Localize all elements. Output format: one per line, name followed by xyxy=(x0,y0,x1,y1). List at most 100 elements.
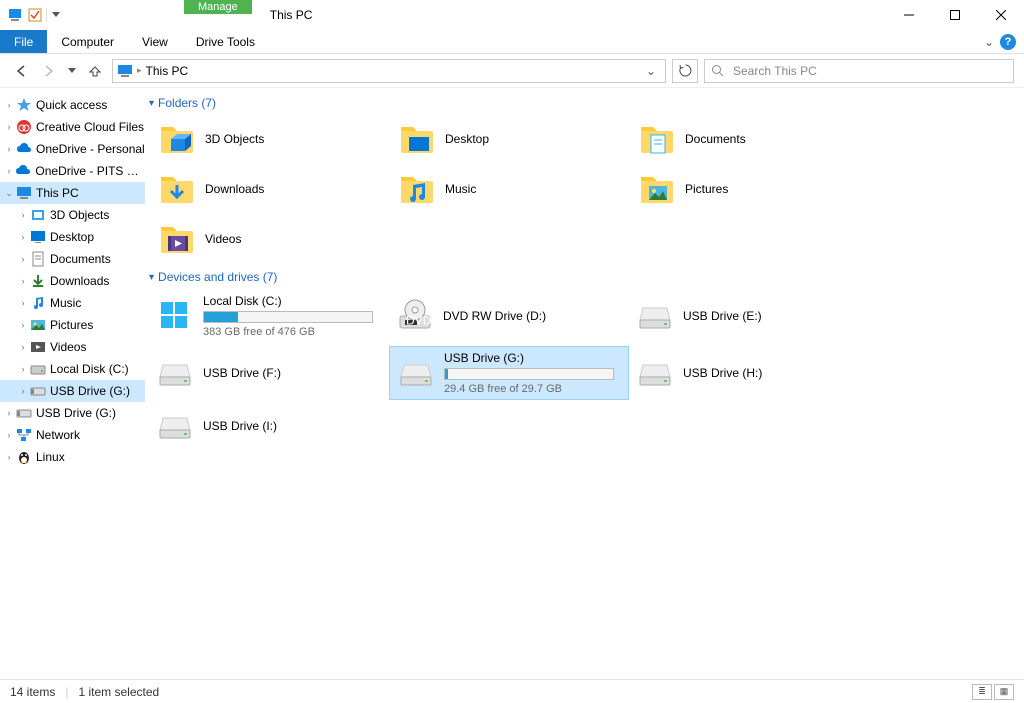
address-text: This PC xyxy=(146,64,637,78)
tree-item[interactable]: › Local Disk (C:) xyxy=(0,358,145,380)
forward-button[interactable] xyxy=(38,60,60,82)
details-view-button[interactable]: ≣ xyxy=(972,684,992,700)
usb-icon xyxy=(30,383,46,399)
expand-icon[interactable]: › xyxy=(18,342,28,352)
search-box[interactable]: Search This PC xyxy=(704,59,1014,83)
tree-item[interactable]: › Creative Cloud Files xyxy=(0,116,145,138)
expand-icon[interactable]: › xyxy=(4,166,13,176)
folder-item[interactable]: Downloads xyxy=(149,166,389,212)
expand-icon[interactable]: › xyxy=(18,232,28,242)
folder-item[interactable]: Documents xyxy=(629,116,869,162)
back-button[interactable] xyxy=(10,60,32,82)
folder-item[interactable]: Music xyxy=(389,166,629,212)
drive-item[interactable]: Local Disk (C:)383 GB free of 476 GB xyxy=(149,290,389,342)
expand-icon[interactable]: › xyxy=(18,364,28,374)
up-button[interactable] xyxy=(84,60,106,82)
tree-label: Music xyxy=(50,296,81,310)
drive-item[interactable]: USB Drive (F:) xyxy=(149,346,389,400)
expand-icon[interactable]: › xyxy=(18,386,28,396)
tab-computer[interactable]: Computer xyxy=(47,30,128,53)
folder-label: Pictures xyxy=(685,182,728,196)
folder-label: Documents xyxy=(685,132,746,146)
folder-label: 3D Objects xyxy=(205,132,264,146)
tree-label: Quick access xyxy=(36,98,107,112)
tab-view[interactable]: View xyxy=(128,30,182,53)
address-dropdown-icon[interactable]: ⌄ xyxy=(641,64,661,78)
expand-icon[interactable]: › xyxy=(4,408,14,418)
tree-label: OneDrive - PITS Glob xyxy=(35,164,145,178)
tab-drive-tools[interactable]: Drive Tools xyxy=(182,30,269,53)
expand-icon[interactable]: › xyxy=(18,276,28,286)
drive-item[interactable]: USB Drive (H:) xyxy=(629,346,869,400)
tree-item[interactable]: ›Documents xyxy=(0,248,145,270)
tree-label: Local Disk (C:) xyxy=(50,362,129,376)
dl-icon xyxy=(30,273,46,289)
tree-item[interactable]: › OneDrive - PITS Glob xyxy=(0,160,145,182)
expand-icon[interactable]: › xyxy=(18,320,28,330)
tree-item[interactable]: ›Downloads xyxy=(0,270,145,292)
expand-icon[interactable]: › xyxy=(4,122,14,132)
drive-label: USB Drive (I:) xyxy=(203,419,381,433)
cc-icon xyxy=(16,119,32,135)
expand-icon[interactable]: › xyxy=(4,144,14,154)
tree-item[interactable]: ›Pictures xyxy=(0,314,145,336)
content-pane[interactable]: ▾ Folders (7) 3D Objects Desktop Documents… xyxy=(145,88,1024,679)
tree-item[interactable]: › OneDrive - Personal xyxy=(0,138,145,160)
pc-icon xyxy=(16,185,32,201)
drive-item[interactable]: USB Drive (E:) xyxy=(629,290,869,342)
tree-item[interactable]: › Music xyxy=(0,292,145,314)
properties-icon[interactable] xyxy=(26,6,44,24)
close-button[interactable] xyxy=(978,0,1024,30)
folder-item[interactable]: Desktop xyxy=(389,116,629,162)
icons-view-button[interactable]: ▦ xyxy=(994,684,1014,700)
tree-item[interactable]: ⌄ This PC xyxy=(0,182,145,204)
folder-icon xyxy=(159,121,195,157)
recent-dropdown-icon[interactable] xyxy=(66,60,78,82)
net-icon xyxy=(16,427,32,443)
folder-icon xyxy=(159,171,195,207)
tree-label: This PC xyxy=(36,186,79,200)
qat-dropdown-icon[interactable] xyxy=(46,8,64,22)
tree-item[interactable]: ›USB Drive (G:) xyxy=(0,380,145,402)
expand-icon[interactable]: › xyxy=(18,210,28,220)
tree-label: OneDrive - Personal xyxy=(36,142,145,156)
ribbon-collapse-icon[interactable]: ⌄ xyxy=(984,35,994,49)
refresh-button[interactable] xyxy=(672,59,698,83)
drive-item[interactable]: USB Drive (I:) xyxy=(149,404,389,448)
usb-icon xyxy=(16,405,32,421)
minimize-button[interactable] xyxy=(886,0,932,30)
group-header-folders[interactable]: ▾ Folders (7) xyxy=(149,96,1012,110)
tree-item[interactable]: ›Videos xyxy=(0,336,145,358)
address-bar[interactable]: ▸ This PC ⌄ xyxy=(112,59,666,83)
star-icon xyxy=(16,97,32,113)
expand-icon[interactable]: › xyxy=(18,298,28,308)
linux-icon xyxy=(16,449,32,465)
tree-item[interactable]: ›USB Drive (G:) xyxy=(0,402,145,424)
tree-label: Creative Cloud Files xyxy=(36,120,144,134)
tree-item[interactable]: ›Network xyxy=(0,424,145,446)
music-icon xyxy=(30,295,46,311)
expand-icon[interactable]: › xyxy=(4,452,14,462)
expand-icon[interactable]: › xyxy=(4,100,14,110)
context-label: Manage xyxy=(184,0,252,14)
folder-item[interactable]: Pictures xyxy=(629,166,869,212)
expand-icon[interactable]: › xyxy=(4,430,14,440)
tree-item[interactable]: ›Linux xyxy=(0,446,145,468)
expand-icon[interactable]: ⌄ xyxy=(4,188,14,199)
folder-item[interactable]: Videos xyxy=(149,216,389,262)
help-icon[interactable]: ? xyxy=(1000,34,1016,50)
maximize-button[interactable] xyxy=(932,0,978,30)
tree-item[interactable]: › Quick access xyxy=(0,94,145,116)
group-header-drives[interactable]: ▾ Devices and drives (7) xyxy=(149,270,1012,284)
drive-label: USB Drive (G:) xyxy=(444,351,620,365)
navigation-pane[interactable]: › Quick access › Creative Cloud Files › OneDr… xyxy=(0,88,145,679)
drive-item[interactable]: USB Drive (G:)29.4 GB free of 29.7 GB xyxy=(389,346,629,400)
tree-item[interactable]: ›3D Objects xyxy=(0,204,145,226)
expand-icon[interactable]: › xyxy=(18,254,28,264)
tree-item[interactable]: ›Desktop xyxy=(0,226,145,248)
drive-item[interactable]: DVDDVD RW Drive (D:) xyxy=(389,290,629,342)
tab-file[interactable]: File xyxy=(0,30,47,53)
folder-icon xyxy=(399,121,435,157)
folder-item[interactable]: 3D Objects xyxy=(149,116,389,162)
status-bar: 14 items | 1 item selected ≣ ▦ xyxy=(0,679,1024,703)
